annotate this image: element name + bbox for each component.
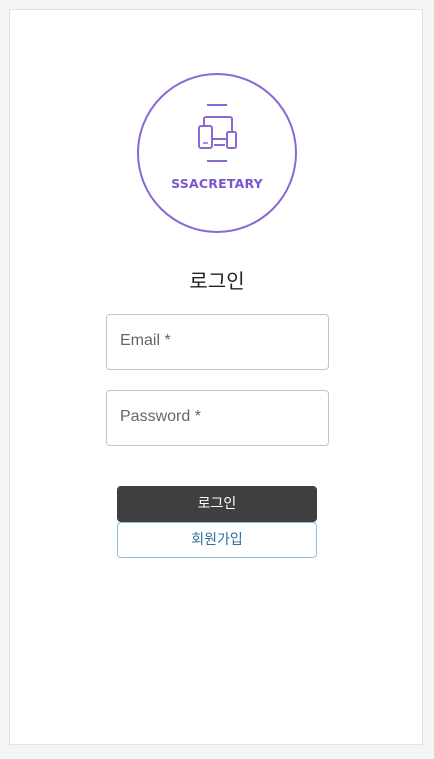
devices-icon (198, 104, 237, 162)
app-logo: SSACRETARY (137, 73, 297, 233)
signup-button[interactable]: 회원가입 (117, 522, 317, 558)
password-field[interactable]: Password * (106, 390, 329, 446)
page-title: 로그인 (189, 269, 245, 293)
logo-text: SSACRETARY (171, 176, 263, 191)
email-field-label: Email * (120, 332, 171, 349)
login-button[interactable]: 로그인 (117, 486, 317, 522)
login-card: SSACRETARY 로그인 Email * Password * 로그인 회원… (9, 9, 423, 745)
password-field-label: Password * (120, 408, 201, 425)
email-field[interactable]: Email * (106, 314, 329, 370)
